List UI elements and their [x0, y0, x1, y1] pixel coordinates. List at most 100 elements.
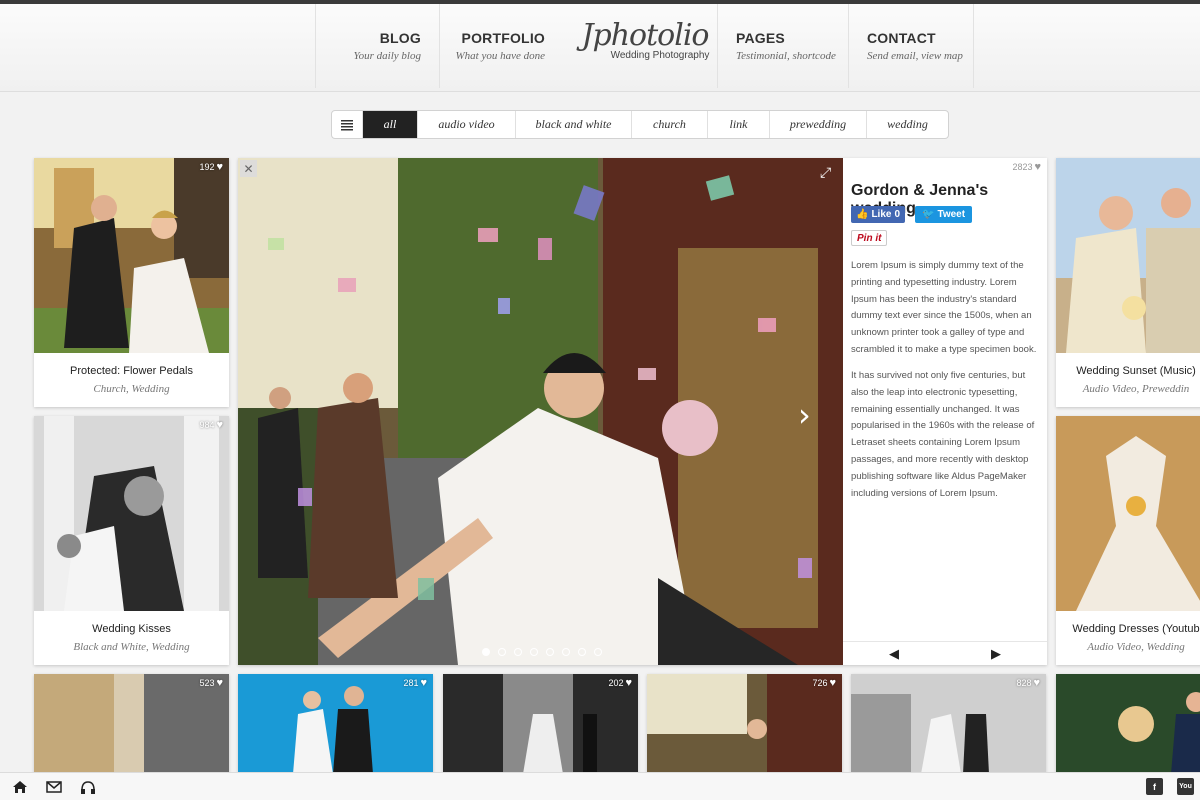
site-logo[interactable]: Jphotolio Wedding Photography [575, 18, 715, 78]
pinterest-button[interactable]: Pin it [851, 230, 888, 246]
nav-portfolio[interactable]: PORTFOLIO What you have done [439, 4, 563, 88]
nav-blog-subtitle: Your daily blog [353, 50, 421, 62]
nav-pages-title: PAGES [736, 30, 785, 46]
featured-info-panel: 2823 ♥ Gordon & Jenna's wedding 👍 Like 0… [843, 158, 1047, 665]
facebook-like-count: 0 [894, 209, 901, 220]
portfolio-card-wedding-kisses[interactable]: 984 ♥ Wedding Kisses Black and White, We… [34, 416, 229, 665]
slideshow-dot[interactable] [530, 648, 538, 656]
close-icon[interactable]: ✕ [240, 160, 257, 177]
footer-bar: f You [0, 772, 1200, 800]
heart-icon: ♥ [216, 419, 223, 431]
facebook-like-button[interactable]: 👍 Like 0 [851, 206, 906, 223]
nav-contact-title: CONTACT [867, 30, 936, 46]
slideshow-dot[interactable] [514, 648, 522, 656]
filter-church[interactable]: church [631, 111, 707, 138]
youtube-icon[interactable]: You [1177, 778, 1194, 795]
card-thumbnail[interactable] [1056, 416, 1200, 611]
card-title[interactable]: Wedding Kisses [34, 623, 229, 635]
previous-item-arrow[interactable]: ◀ [889, 646, 899, 662]
card-like-count-value: 281 [403, 678, 419, 688]
card-title[interactable]: Protected: Flower Pedals [34, 365, 229, 377]
filter-audio-video[interactable]: audio video [417, 111, 515, 138]
card-thumbnail[interactable] [443, 674, 638, 774]
card-title[interactable]: Wedding Sunset (Music) [1056, 365, 1200, 377]
nav-contact[interactable]: CONTACT Send email, view map [848, 4, 974, 88]
card-thumbnail[interactable] [851, 674, 1046, 774]
list-icon [341, 119, 353, 130]
pinterest-label: Pin it [857, 232, 882, 244]
card-title[interactable]: Wedding Dresses (Youtub [1056, 623, 1200, 635]
portfolio-card-wedding-sunset[interactable]: Wedding Sunset (Music) Audio Video, Prew… [1056, 158, 1200, 407]
expand-icon[interactable]: ⤢ [820, 164, 831, 181]
nav-contact-subtitle: Send email, view map [867, 50, 963, 62]
card-thumbnail[interactable]: 192 ♥ [34, 158, 229, 353]
featured-like-count[interactable]: 2823 ♥ [1012, 161, 1041, 173]
portfolio-card-wedding-dresses[interactable]: Wedding Dresses (Youtub Audio Video, Wed… [1056, 416, 1200, 665]
card-thumbnail[interactable] [238, 674, 433, 774]
card-thumbnail[interactable] [1056, 674, 1200, 774]
portfolio-card[interactable]: 523 ♥ [34, 674, 229, 774]
heart-icon: ♥ [216, 677, 223, 689]
facebook-icon[interactable]: f [1146, 778, 1163, 795]
portfolio-card[interactable]: 828 ♥ [851, 674, 1046, 774]
mail-icon[interactable] [44, 779, 64, 795]
card-tags: Black and White, Wedding [73, 641, 190, 653]
card-thumbnail[interactable]: 984 ♥ [34, 416, 229, 611]
heart-icon: ♥ [420, 677, 427, 689]
heart-icon: ♥ [216, 161, 223, 173]
card-like-count[interactable]: 523 ♥ [199, 677, 223, 689]
nav-blog-title: BLOG [379, 30, 421, 46]
slideshow-dot[interactable] [562, 648, 570, 656]
slideshow-dot[interactable] [482, 648, 490, 656]
portfolio-card[interactable] [1056, 674, 1200, 774]
slideshow-dot[interactable] [594, 648, 602, 656]
card-like-count[interactable]: 726 ♥ [812, 678, 836, 689]
nav-portfolio-title: PORTFOLIO [461, 30, 545, 46]
slideshow-next-arrow[interactable]: › [798, 396, 811, 434]
portfolio-card[interactable]: 726 ♥ [647, 674, 842, 774]
home-icon[interactable] [10, 779, 30, 795]
filter-all[interactable]: all [362, 111, 417, 138]
heart-icon: ♥ [1033, 677, 1040, 689]
filter-black-and-white[interactable]: black and white [515, 111, 631, 138]
portfolio-card[interactable]: 281 ♥ [238, 674, 433, 774]
card-like-count[interactable]: 202 ♥ [608, 678, 632, 689]
slideshow-dot[interactable] [578, 648, 586, 656]
portfolio-card-flower-pedals[interactable]: 192 ♥ Protected: Flower Pedals Church, W… [34, 158, 229, 407]
featured-description-paragraph-1: Lorem Ipsum is simply dummy text of the … [851, 260, 1037, 355]
nav-pages-subtitle: Testimonial, shortcode [736, 50, 836, 62]
portfolio-card[interactable]: 202 ♥ [443, 674, 638, 774]
featured-slideshow[interactable]: ✕ ⤢ › [238, 158, 843, 665]
site-header: BLOG Your daily blog PORTFOLIO What you … [0, 4, 1200, 92]
card-like-count-value: 726 [812, 678, 828, 688]
headphones-icon[interactable] [78, 779, 98, 795]
featured-description-paragraph-2: It has survived not only five centuries,… [851, 370, 1035, 499]
next-item-arrow[interactable]: ▶ [991, 646, 1001, 662]
nav-blog[interactable]: BLOG Your daily blog [315, 4, 439, 88]
portfolio-filter-bar: all audio video black and white church l… [331, 110, 949, 139]
featured-item-navigation: ◀ ▶ [843, 641, 1047, 665]
card-like-count[interactable]: 984 ♥ [199, 419, 223, 431]
tweet-button[interactable]: 🐦 Tweet [915, 206, 973, 223]
nav-portfolio-subtitle: What you have done [455, 50, 546, 62]
nav-pages[interactable]: PAGES Testimonial, shortcode [717, 4, 848, 88]
card-thumbnail[interactable] [34, 674, 229, 774]
tweet-label: Tweet [937, 209, 966, 220]
filter-link[interactable]: link [707, 111, 769, 138]
featured-like-count-value: 2823 [1012, 162, 1033, 172]
filter-prewedding[interactable]: prewedding [769, 111, 866, 138]
filter-menu-button[interactable] [332, 111, 362, 138]
card-tags: Church, Wedding [93, 383, 170, 395]
card-like-count[interactable]: 828 ♥ [1016, 677, 1040, 689]
slideshow-pagination [482, 648, 602, 656]
card-like-count-value: 984 [199, 420, 215, 430]
slideshow-dot[interactable] [546, 648, 554, 656]
card-like-count[interactable]: 192 ♥ [199, 161, 223, 173]
heart-icon: ♥ [1034, 161, 1041, 173]
slideshow-dot[interactable] [498, 648, 506, 656]
youtube-label: You [1179, 783, 1192, 790]
card-thumbnail[interactable] [1056, 158, 1200, 353]
card-thumbnail[interactable] [647, 674, 842, 774]
card-like-count[interactable]: 281 ♥ [403, 677, 427, 689]
filter-wedding[interactable]: wedding [866, 111, 948, 138]
